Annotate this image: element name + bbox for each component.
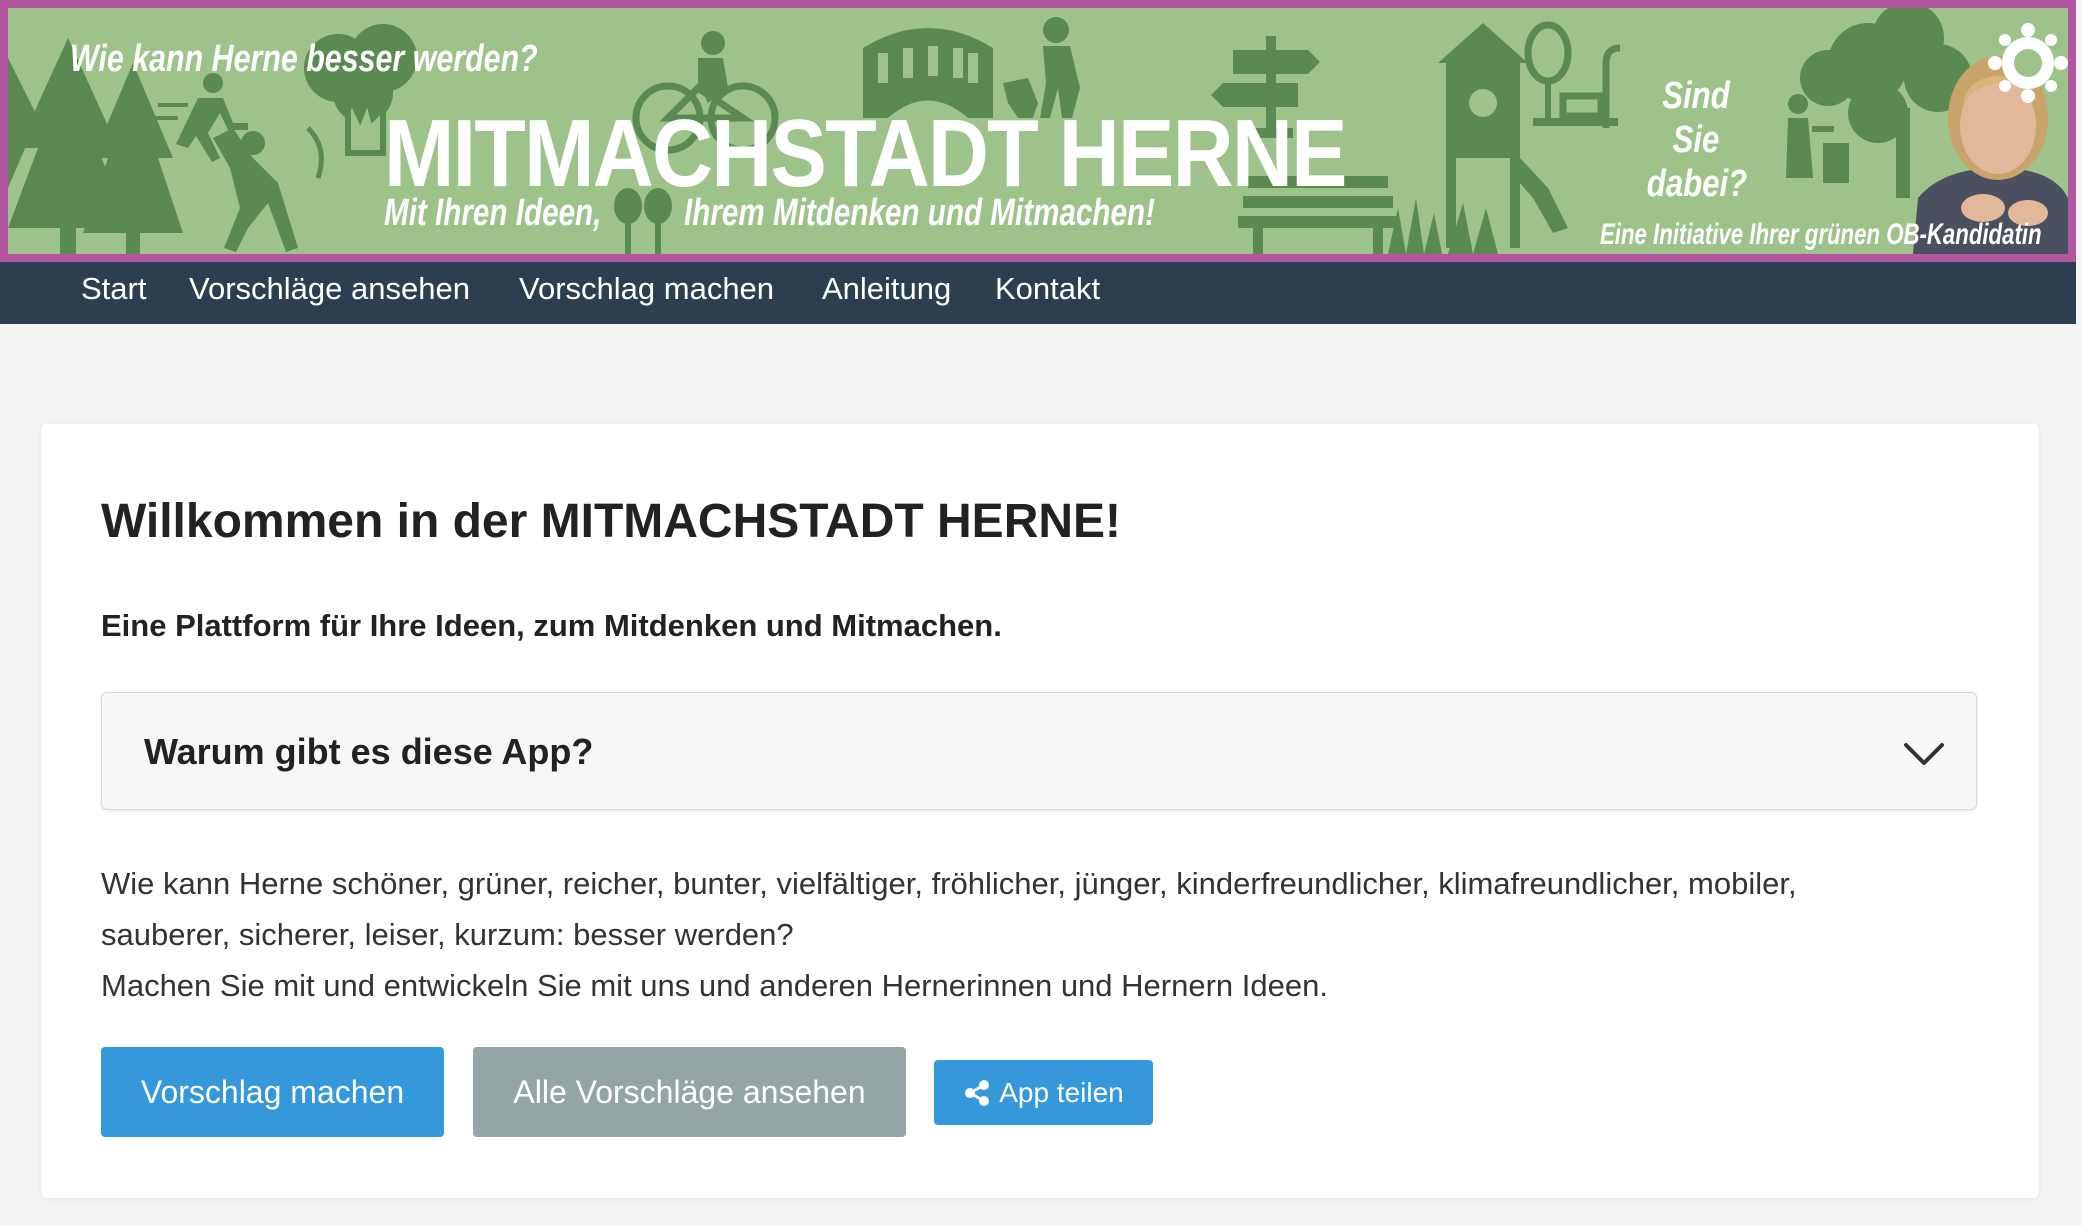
nav-item-kontakt[interactable]: Kontakt xyxy=(995,262,1100,324)
intro-line-1: Wie kann Herne schöner, grüner, reicher,… xyxy=(101,866,1797,901)
nav-item-vorschlag-machen[interactable]: Vorschlag machen xyxy=(519,262,774,324)
share-button-label: App teilen xyxy=(999,1076,1124,1108)
main-navbar: Start Vorschläge ansehen Vorschlag mache… xyxy=(0,262,2076,324)
banner-subtitle-part2: Ihrem Mitdenken und Mitmachen! xyxy=(684,192,1155,234)
view-all-proposals-button[interactable]: Alle Vorschläge ansehen xyxy=(473,1047,906,1137)
intro-line-2: sauberer, sicherer, leiser, kurzum: bess… xyxy=(101,917,794,952)
make-proposal-button[interactable]: Vorschlag machen xyxy=(101,1047,444,1137)
nav-item-anleitung[interactable]: Anleitung xyxy=(822,262,951,324)
chevron-down-icon xyxy=(1902,739,1946,774)
banner-cta-line2: dabei? xyxy=(1646,163,1748,205)
share-app-button[interactable]: App teilen xyxy=(934,1060,1153,1125)
intro-paragraph: Wie kann Herne schöner, grüner, reicher,… xyxy=(101,858,1981,1011)
banner-question: Wie kann Herne besser werden? xyxy=(70,38,538,80)
nav-item-start[interactable]: Start xyxy=(81,262,146,324)
intro-line-3: Machen Sie mit und entwickeln Sie mit un… xyxy=(101,968,1328,1003)
banner-title: MITMACHSTADT HERNE xyxy=(384,100,1347,207)
accordion-title: Warum gibt es diese App? xyxy=(144,731,594,772)
banner-initiative: Eine Initiative Ihrer grünen OB-Kandidat… xyxy=(1600,218,2042,251)
share-icon xyxy=(963,1079,991,1107)
page-title: Willkommen in der MITMACHSTADT HERNE! xyxy=(101,495,1122,548)
welcome-card: Willkommen in der MITMACHSTADT HERNE! Ei… xyxy=(41,424,2039,1198)
lead-text: Eine Plattform für Ihre Ideen, zum Mitde… xyxy=(101,608,1002,643)
banner-cta: Sind Sie dabei? xyxy=(1646,74,1748,206)
header-banner: Wie kann Herne besser werden? MITMACHSTA… xyxy=(0,0,2076,262)
nav-item-vorschlaege-ansehen[interactable]: Vorschläge ansehen xyxy=(189,262,470,324)
banner-subtitle-part1: Mit Ihren Ideen, xyxy=(384,192,602,234)
accordion-why-app[interactable]: Warum gibt es diese App? xyxy=(101,692,1977,810)
banner-cta-line1: Sind Sie xyxy=(1662,75,1730,161)
